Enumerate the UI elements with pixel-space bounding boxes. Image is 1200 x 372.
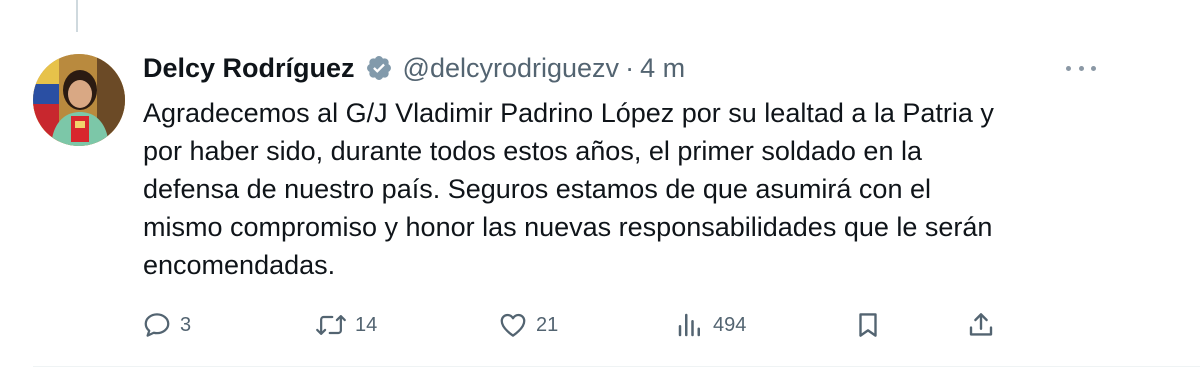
retweet-button[interactable]: 14	[315, 307, 377, 343]
more-options-icon[interactable]	[1066, 56, 1096, 80]
tweet-header: Delcy Rodríguez @delcyrodriguezv · 4 m	[143, 48, 685, 88]
avatar-image	[33, 54, 125, 146]
retweet-count: 14	[355, 313, 378, 336]
tweet-text: Agradecemos al G/J Vladimir Padrino Lópe…	[143, 98, 994, 280]
tweet-divider	[33, 366, 1200, 367]
reply-icon	[144, 313, 170, 337]
tweet-timestamp[interactable]: 4 m	[640, 53, 685, 84]
reply-count: 3	[180, 313, 192, 336]
views-button[interactable]: 494	[675, 307, 746, 343]
share-button[interactable]	[966, 307, 996, 343]
reply-button[interactable]: 3	[142, 307, 191, 343]
tweet-actions: 3 14 21 494	[140, 307, 1020, 343]
verified-badge-icon	[365, 54, 393, 82]
thread-connector-line	[76, 0, 78, 32]
author-name[interactable]: Delcy Rodríguez	[143, 53, 355, 84]
share-icon	[969, 313, 993, 336]
header-separator: ·	[625, 52, 635, 83]
bookmark-button[interactable]	[853, 307, 883, 343]
views-count: 494	[713, 313, 747, 336]
heart-icon	[500, 313, 526, 337]
avatar[interactable]	[33, 54, 125, 146]
author-handle[interactable]: @delcyrodriguezv	[403, 53, 620, 84]
bookmark-icon	[859, 313, 877, 337]
retweet-icon	[316, 315, 346, 335]
like-button[interactable]: 21	[498, 307, 558, 343]
like-count: 21	[536, 313, 559, 336]
views-icon	[678, 313, 700, 337]
